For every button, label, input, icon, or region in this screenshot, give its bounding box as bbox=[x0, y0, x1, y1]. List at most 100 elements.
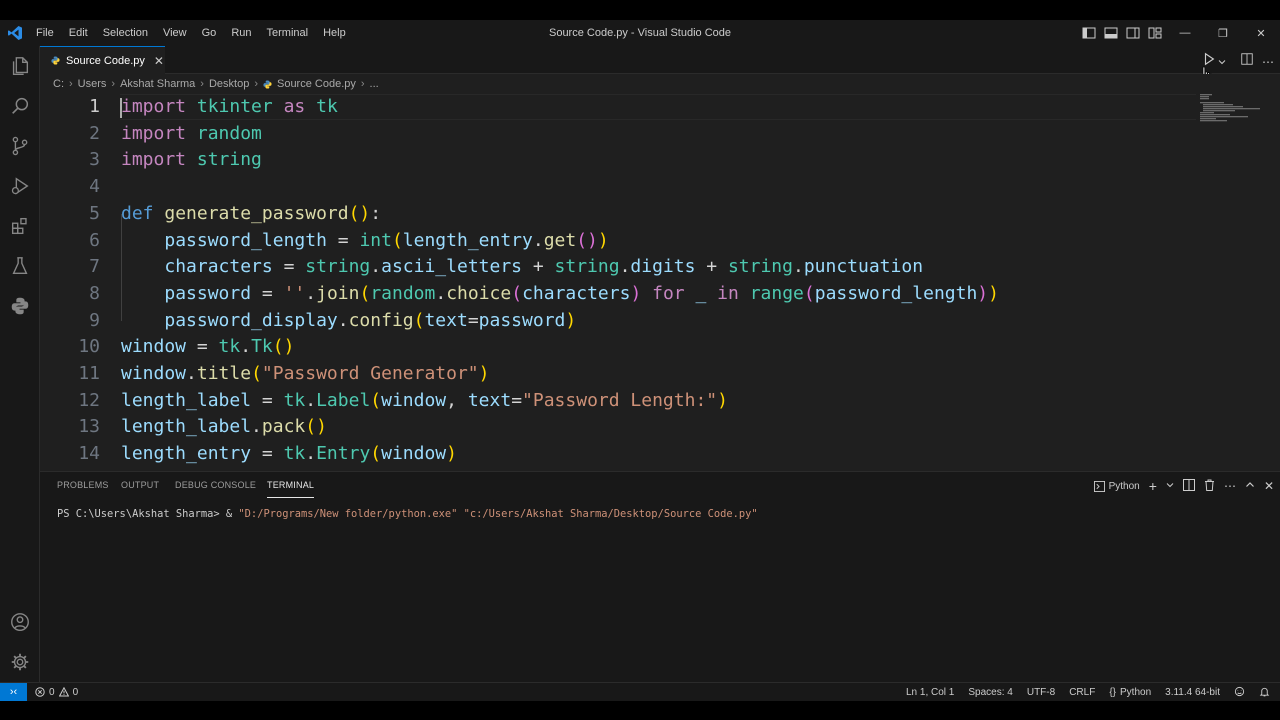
indentation[interactable]: Spaces: 4 bbox=[968, 687, 1012, 698]
code-token: random bbox=[370, 282, 436, 304]
maximize-panel-icon[interactable] bbox=[1245, 480, 1255, 493]
extensions-icon[interactable] bbox=[8, 214, 32, 238]
more-actions-icon[interactable]: ⋯ bbox=[1262, 55, 1274, 69]
tab-close-icon[interactable]: ✕ bbox=[154, 54, 164, 68]
python-file-icon bbox=[263, 79, 272, 89]
kill-terminal-icon[interactable] bbox=[1204, 479, 1215, 494]
code-line: length_label = tk.Label(window, text="Pa… bbox=[121, 388, 728, 415]
code-token: = bbox=[511, 389, 523, 411]
menu-go[interactable]: Go bbox=[195, 27, 224, 39]
title-bar: File Edit Selection View Go Run Terminal… bbox=[0, 20, 1280, 46]
toggle-secondary-sidebar-icon[interactable] bbox=[1125, 25, 1141, 41]
window-controls: — ❐ ✕ bbox=[1166, 20, 1280, 46]
breadcrumb-drive[interactable]: C: bbox=[53, 78, 64, 90]
terminal-prompt: PS C:\Users\Akshat Sharma> & bbox=[57, 508, 239, 520]
testing-icon[interactable] bbox=[8, 254, 32, 278]
customize-layout-icon[interactable] bbox=[1147, 25, 1163, 41]
explorer-icon[interactable] bbox=[8, 54, 32, 78]
code-editor[interactable]: 1 2 3 4 5 6 7 8 9 10 11 12 13 14 import tkinter as tk… bbox=[40, 94, 1280, 471]
code-token: '' bbox=[283, 282, 306, 304]
tab-source-code-py[interactable]: Source Code.py ✕ bbox=[40, 46, 165, 74]
maximize-button[interactable]: ❐ bbox=[1204, 20, 1242, 46]
run-debug-icon[interactable] bbox=[8, 174, 32, 198]
python-file-icon bbox=[51, 56, 60, 65]
breadcrumb-desktop[interactable]: Desktop bbox=[209, 78, 249, 90]
code-token: . bbox=[792, 256, 804, 278]
search-icon[interactable] bbox=[8, 94, 32, 118]
manage-gear-icon[interactable] bbox=[8, 650, 32, 674]
code-token: ) bbox=[565, 309, 577, 331]
code-token: password_display bbox=[164, 309, 338, 331]
line-number: 13 bbox=[78, 416, 100, 438]
terminal-exe-path: "D:/Programs/New folder/python.exe" bbox=[238, 508, 458, 520]
code-token: window bbox=[381, 443, 447, 465]
line-number: 9 bbox=[89, 309, 100, 331]
cursor-position[interactable]: Ln 1, Col 1 bbox=[906, 687, 954, 698]
close-window-button[interactable]: ✕ bbox=[1242, 20, 1280, 46]
braces-icon: {} bbox=[1109, 687, 1116, 698]
toggle-primary-sidebar-icon[interactable] bbox=[1081, 25, 1097, 41]
code-token: . bbox=[619, 256, 631, 278]
bell-icon[interactable] bbox=[1259, 686, 1270, 700]
code-token: _ bbox=[695, 282, 707, 304]
tab-debug-console[interactable]: DEBUG CONSOLE bbox=[175, 480, 256, 490]
end-of-line[interactable]: CRLF bbox=[1069, 687, 1095, 698]
code-token: password bbox=[164, 282, 252, 304]
source-control-icon[interactable] bbox=[8, 134, 32, 158]
code-token: ( bbox=[391, 229, 403, 251]
code-token: ( bbox=[251, 363, 262, 384]
code-token: password_length bbox=[814, 282, 978, 304]
chevron-down-icon[interactable] bbox=[1166, 481, 1174, 492]
more-actions-icon[interactable]: ⋯ bbox=[1224, 479, 1236, 493]
code-token: range bbox=[749, 282, 804, 304]
chevron-down-icon[interactable] bbox=[1218, 53, 1226, 71]
split-editor-icon[interactable] bbox=[1240, 52, 1254, 71]
line-number: 7 bbox=[89, 256, 100, 278]
python-icon[interactable] bbox=[8, 294, 32, 318]
code-token: : bbox=[370, 202, 382, 224]
close-panel-icon[interactable]: ✕ bbox=[1264, 479, 1274, 493]
code-token: password_length bbox=[164, 229, 327, 251]
minimize-button[interactable]: — bbox=[1166, 20, 1204, 46]
new-terminal-icon[interactable]: + bbox=[1149, 478, 1157, 494]
remote-icon[interactable]: ›‹ bbox=[0, 682, 27, 702]
menu-edit[interactable]: Edit bbox=[62, 27, 95, 39]
line-number: 5 bbox=[89, 202, 100, 224]
code-token: as bbox=[283, 96, 306, 117]
status-right: Ln 1, Col 1 Spaces: 4 UTF-8 CRLF {} Pyth… bbox=[906, 683, 1270, 702]
terminal-profile[interactable]: Python bbox=[1093, 480, 1140, 492]
code-token: get bbox=[543, 229, 577, 251]
python-interpreter[interactable]: 3.11.4 64-bit bbox=[1165, 687, 1220, 698]
encoding[interactable]: UTF-8 bbox=[1027, 687, 1055, 698]
menu-run[interactable]: Run bbox=[224, 27, 258, 39]
feedback-icon[interactable] bbox=[1234, 686, 1245, 700]
menu-view[interactable]: View bbox=[156, 27, 194, 39]
tab-output[interactable]: OUTPUT bbox=[121, 480, 159, 490]
menu-selection[interactable]: Selection bbox=[96, 27, 155, 39]
tab-problems[interactable]: PROBLEMS bbox=[57, 480, 109, 490]
tab-terminal[interactable]: TERMINAL bbox=[267, 480, 315, 498]
problems-summary[interactable]: 0 0 bbox=[35, 687, 78, 698]
menu-file[interactable]: File bbox=[36, 27, 61, 39]
code-token: in bbox=[717, 282, 739, 304]
code-token: ascii_letters bbox=[381, 256, 523, 278]
toggle-panel-icon[interactable] bbox=[1103, 25, 1119, 41]
minimap[interactable] bbox=[1200, 94, 1260, 124]
code-token: tk bbox=[283, 443, 306, 465]
breadcrumb-user[interactable]: Akshat Sharma bbox=[120, 78, 195, 90]
code-token: text bbox=[467, 389, 512, 411]
menu-terminal[interactable]: Terminal bbox=[260, 27, 316, 39]
language-mode[interactable]: {} Python bbox=[1109, 687, 1151, 698]
breadcrumb-symbol[interactable]: ... bbox=[370, 78, 379, 90]
breadcrumb-users[interactable]: Users bbox=[78, 78, 107, 90]
breadcrumb-file[interactable]: Source Code.py bbox=[277, 78, 356, 90]
split-terminal-icon[interactable] bbox=[1182, 478, 1195, 494]
code-token: choice bbox=[446, 282, 512, 304]
terminal-output-line[interactable]: PS C:\Users\Akshat Sharma> & "D:/Program… bbox=[57, 508, 758, 520]
code-line: password_length = int(length_entry.get()… bbox=[121, 228, 608, 255]
code-token: string bbox=[727, 256, 793, 278]
menu-help[interactable]: Help bbox=[316, 27, 353, 39]
accounts-icon[interactable] bbox=[8, 610, 32, 634]
